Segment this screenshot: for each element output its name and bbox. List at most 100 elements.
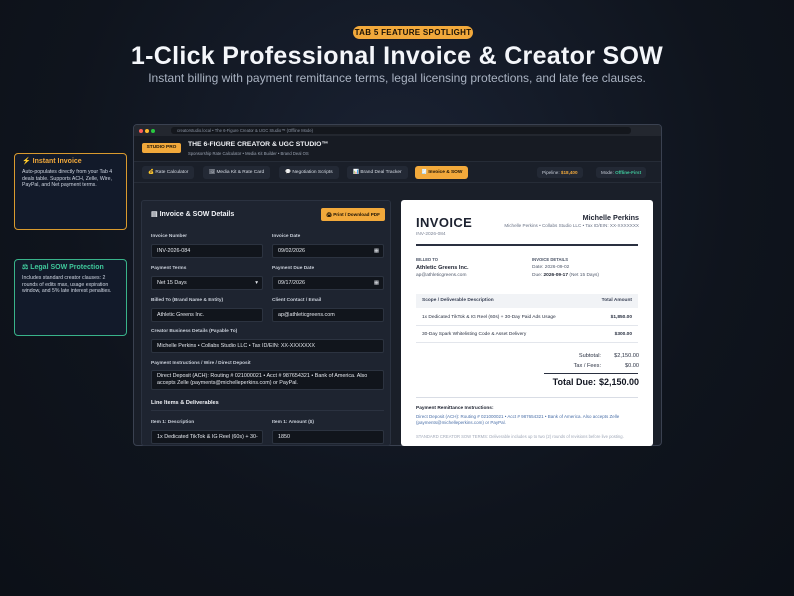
document-icon: ▤ (151, 211, 158, 218)
creator-business: Michelle Perkins • Collabs Studio LLC • … (504, 223, 639, 228)
header-divider (416, 244, 638, 246)
minimize-dot-icon[interactable] (145, 128, 149, 133)
mode-label: Mode: (601, 170, 614, 175)
due-date-label: Payment Due Date (272, 266, 315, 271)
tax-value: $0.00 (625, 363, 639, 369)
item-description: 1x Dedicated TikTok & IG Reel (60s) + 30… (422, 315, 556, 320)
payment-instructions-label: Payment Instructions / Wire / Direct Dep… (151, 361, 251, 366)
tab-brand-deal-tracker[interactable]: 📊 Brand Deal Tracker (347, 166, 408, 179)
invoice-number-label: Invoice Number (151, 234, 187, 239)
chart-icon: 📊 (353, 170, 359, 175)
chevron-down-icon: ▾ (255, 280, 258, 286)
callout-body: Includes standard creator clauses: 2 rou… (22, 275, 112, 295)
form-title-text: Invoice & SOW Details (159, 211, 235, 218)
totals-divider (544, 373, 638, 374)
creator-details-label: Creator Business Details (Payable To) (151, 329, 238, 334)
receipt-icon: 🧾 (421, 170, 427, 175)
tab-label: Negotiation Scripts (292, 170, 333, 175)
url-bar[interactable]: creatorstudio.local • The 6-Figure Creat… (171, 127, 631, 134)
item1-description-label: Item 1: Description (151, 420, 195, 425)
line-items-header: Scope / Deliverable Description Total Am… (416, 294, 638, 308)
billed-to-input[interactable]: Athletic Greens Inc. (151, 308, 263, 322)
item-amount: $300.00 (614, 332, 632, 337)
image-icon: 🖼 (209, 170, 216, 175)
invoice-heading: INVOICE (416, 215, 473, 230)
app-header: STUDIO PRO THE 6-FIGURE CREATOR & UGC ST… (134, 136, 661, 162)
tab-label: Invoice & SOW (428, 170, 463, 175)
scope-column-header: Scope / Deliverable Description (422, 298, 494, 303)
client-contact-label: Client Contact / Email (272, 298, 322, 303)
form-title: ▤ Invoice & SOW Details (151, 210, 234, 218)
invoice-due-line: Due: 2026-09-17 (Net 15 Days) (532, 273, 599, 278)
payment-instructions-textarea[interactable]: Direct Deposit (ACH): Routing # 02100002… (151, 370, 384, 390)
pipeline-value: $18,400 (560, 170, 578, 175)
invoice-form-panel: ▤ Invoice & SOW Details 🖨 Print / Downlo… (141, 200, 391, 446)
item1-amount-input[interactable]: 1850 (272, 430, 384, 444)
callout-body: Auto-populates directly from your Tab 4 … (22, 169, 113, 189)
section-divider (151, 410, 384, 411)
hero-title: 1-Click Professional Invoice & Creator S… (130, 42, 664, 70)
maximize-dot-icon[interactable] (151, 128, 155, 133)
speech-bubble-icon: 💬 (285, 170, 291, 175)
tab-negotiation-scripts[interactable]: 💬 Negotiation Scripts (279, 166, 339, 179)
payment-terms-select[interactable]: Net 15 Days ▾ (151, 276, 263, 290)
remittance-body: Direct Deposit (ACH): Routing # 02100002… (416, 414, 620, 426)
tab-label: Rate Calculator (155, 170, 189, 175)
item-amount: $1,850.00 (610, 315, 632, 320)
feature-badge: TAB 5 FEATURE SPOTLIGHT (353, 26, 473, 39)
tab-bar: 💰 Rate Calculator 🖼 Media Kit & Rate Car… (134, 162, 661, 183)
money-bag-icon: 💰 (148, 170, 154, 175)
invoice-preview: INVOICE INV-2026-084 Michelle Perkins Mi… (401, 200, 653, 446)
billed-to-heading: BILLED TO (416, 257, 439, 262)
tab-label: Brand Deal Tracker (360, 170, 402, 175)
item-description: 30-Day Spark Whitelisting Code & Asset D… (422, 332, 527, 337)
creator-name: Michelle Perkins (582, 213, 639, 222)
scales-icon: ⚖ (22, 264, 29, 271)
subtotal-label: Subtotal: (578, 353, 601, 359)
tax-label: Tax / Fees: (573, 363, 601, 369)
table-row: 1x Dedicated TikTok & IG Reel (60s) + 30… (416, 310, 638, 326)
invoice-date-input[interactable]: 09/02/2026 ▦ (272, 244, 384, 258)
download-pdf-button[interactable]: 🖨 Print / Download PDF (321, 208, 385, 221)
hero-subtitle: Instant billing with payment remittance … (148, 71, 646, 85)
payment-terms-label: Payment Terms (151, 266, 187, 271)
billed-to-email: ap@athleticgreens.com (416, 273, 467, 278)
remittance-heading: Payment Remittance Instructions: (416, 406, 494, 411)
pipeline-label: Pipeline: (542, 170, 560, 175)
client-contact-input[interactable]: ap@athleticgreens.com (272, 308, 384, 322)
invoice-date-label: Invoice Date (272, 234, 301, 239)
callout-instant-invoice: ⚡ Instant Invoice Auto-populates directl… (14, 153, 127, 230)
invoice-details-heading: INVOICE DETAILS (532, 257, 568, 262)
due-date-value: 09/17/2026 (278, 280, 305, 286)
tab-invoice-sow[interactable]: 🧾 Invoice & SOW (415, 166, 469, 179)
due-date-input[interactable]: 09/17/2026 ▦ (272, 276, 384, 290)
subtotal-value: $2,150.00 (614, 353, 639, 359)
tab-rate-calculator[interactable]: 💰 Rate Calculator (142, 166, 195, 179)
calendar-icon[interactable]: ▦ (374, 277, 379, 289)
close-dot-icon[interactable] (139, 128, 143, 133)
invoice-number-input[interactable]: INV-2026-084 (151, 244, 263, 258)
item1-description-input[interactable]: 1x Dedicated TikTok & IG Reel (60s) + 30… (151, 430, 263, 444)
invoice-date-value: 09/02/2026 (278, 248, 305, 254)
table-row: 30-Day Spark Whitelisting Code & Asset D… (416, 327, 638, 343)
window-titlebar: creatorstudio.local • The 6-Figure Creat… (134, 125, 661, 136)
creator-details-input[interactable]: Michelle Perkins • Collabs Studio LLC • … (151, 339, 384, 353)
due-prefix: Due: (532, 273, 543, 278)
total-due-value: $2,150.00 (598, 377, 639, 387)
billed-to-label: Billed To (Brand Name & Entity) (151, 298, 224, 303)
callout-title: Legal SOW Protection (30, 264, 104, 271)
mode-value: Offline-First (615, 170, 642, 175)
app-title: THE 6-FIGURE CREATOR & UGC STUDIO™ (188, 141, 329, 148)
billed-to-name: Athletic Greens Inc. (416, 265, 469, 271)
tab-label: Media Kit & Rate Card (216, 170, 265, 175)
footer-divider (416, 397, 638, 398)
lightning-icon: ⚡ (22, 158, 31, 165)
callout-legal-sow: ⚖ Legal SOW Protection Includes standard… (14, 259, 127, 336)
tab-media-kit[interactable]: 🖼 Media Kit & Rate Card (203, 166, 271, 179)
total-column-header: Total Amount (601, 298, 632, 303)
app-subtitle: Sponsorship Rate Calculator • Media Kit … (188, 151, 309, 156)
calendar-icon[interactable]: ▦ (374, 245, 379, 257)
payment-terms-value: Net 15 Days (157, 280, 187, 286)
studio-pro-logo: STUDIO PRO (142, 143, 181, 153)
sow-terms: STANDARD CREATOR SOW TERMS: Deliverable … (416, 434, 624, 439)
